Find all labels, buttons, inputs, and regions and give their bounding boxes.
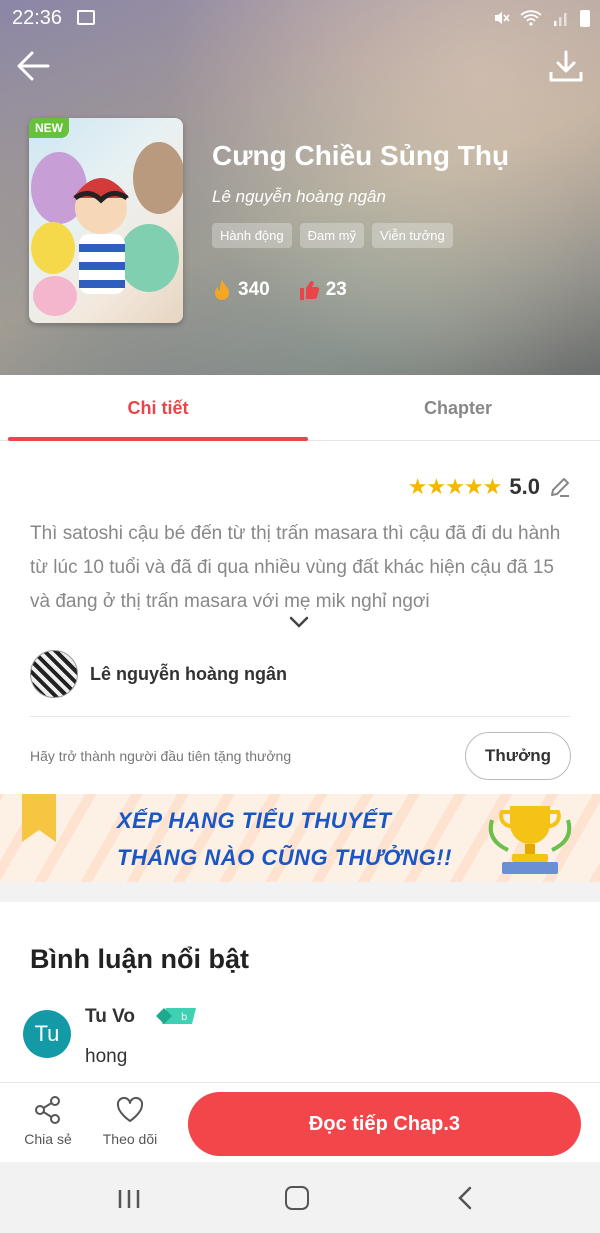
tab-bar: Chi tiết Chapter xyxy=(0,375,600,441)
fire-icon xyxy=(215,280,229,300)
book-stats: 340 23 xyxy=(212,279,347,301)
banner-text-line1: XẾP HẠNG TIỂU THUYẾT xyxy=(117,808,392,833)
level-badge-icon: b xyxy=(156,1008,196,1024)
genre-tag[interactable]: Đam mỹ xyxy=(299,223,365,248)
nav-back-icon[interactable] xyxy=(455,1186,475,1210)
new-badge: NEW xyxy=(29,118,69,138)
svg-text:b: b xyxy=(181,1012,187,1023)
chevron-down-icon[interactable] xyxy=(288,615,310,629)
comment-text: hong xyxy=(85,1046,128,1067)
signal-icon xyxy=(554,13,567,26)
cover-illustration xyxy=(31,142,183,316)
status-time: 22:36 xyxy=(12,7,63,29)
back-arrow-icon[interactable] xyxy=(14,48,54,84)
comments-title: Bình luận nổi bật xyxy=(30,944,249,974)
share-button[interactable]: Chia sẻ xyxy=(20,1095,76,1147)
wifi-icon xyxy=(520,10,542,26)
continue-reading-button[interactable]: Đọc tiếp Chap.3 xyxy=(188,1092,581,1156)
reward-prompt: Hãy trở thành người đầu tiên tặng thưởng xyxy=(30,748,292,764)
follow-label: Theo dõi xyxy=(102,1131,158,1147)
reward-button[interactable]: Thưởng xyxy=(465,732,571,780)
edit-pencil-icon[interactable] xyxy=(548,475,572,499)
genre-tag[interactable]: Hành động xyxy=(212,223,292,248)
heart-icon xyxy=(116,1096,144,1122)
mute-icon xyxy=(495,12,510,24)
comment-author[interactable]: Tu Vo xyxy=(85,1006,135,1028)
likes-count: 23 xyxy=(325,279,347,300)
rating-stars: ★★★★★ xyxy=(407,474,503,499)
uploader-row[interactable]: Lê nguyễn hoàng ngân xyxy=(30,650,287,698)
battery-icon xyxy=(580,9,590,27)
comment-avatar[interactable]: Tu xyxy=(23,1010,71,1058)
status-icons xyxy=(492,9,590,27)
trophy-icon xyxy=(488,806,572,874)
divider xyxy=(30,716,570,717)
book-header: 22:36 NEW Cưng Chiều Sủng Thụ Lê nguyễn … xyxy=(0,0,600,375)
rating-value: 5.0 xyxy=(509,474,540,499)
uploader-name[interactable]: Lê nguyễn hoàng ngân xyxy=(90,664,287,685)
views-stat: 340 xyxy=(212,279,270,301)
likes-stat: 23 xyxy=(298,279,347,301)
book-author[interactable]: Lê nguyễn hoàng ngân xyxy=(212,187,386,207)
recent-apps-icon[interactable] xyxy=(117,1188,141,1210)
image-notification-icon xyxy=(77,10,95,25)
genre-tags: Hành động Đam mỹ Viễn tưởng xyxy=(212,223,453,248)
follow-button[interactable]: Theo dõi xyxy=(97,1095,163,1147)
home-icon[interactable] xyxy=(285,1186,309,1210)
tab-chapter[interactable]: Chapter xyxy=(308,375,600,441)
share-icon xyxy=(35,1096,60,1124)
genre-tag[interactable]: Viễn tưởng xyxy=(372,223,453,248)
thumbs-up-icon xyxy=(299,281,319,300)
status-bar: 22:36 xyxy=(0,0,600,36)
book-description: Thì satoshi cậu bé đến từ thị trấn masar… xyxy=(30,523,561,612)
book-title: Cưng Chiều Sủng Thụ xyxy=(212,140,510,171)
avatar[interactable] xyxy=(30,650,78,698)
tab-detail[interactable]: Chi tiết xyxy=(8,375,308,441)
banner-text-line2: THÁNG NÀO CŨNG THƯỞNG!! xyxy=(117,845,452,870)
book-cover[interactable]: NEW xyxy=(29,118,183,323)
views-count: 340 xyxy=(238,279,270,300)
download-icon[interactable] xyxy=(546,48,586,84)
share-label: Chia sẻ xyxy=(24,1131,72,1147)
rating: ★★★★★ 5.0 xyxy=(408,474,572,500)
section-gap xyxy=(0,882,600,902)
